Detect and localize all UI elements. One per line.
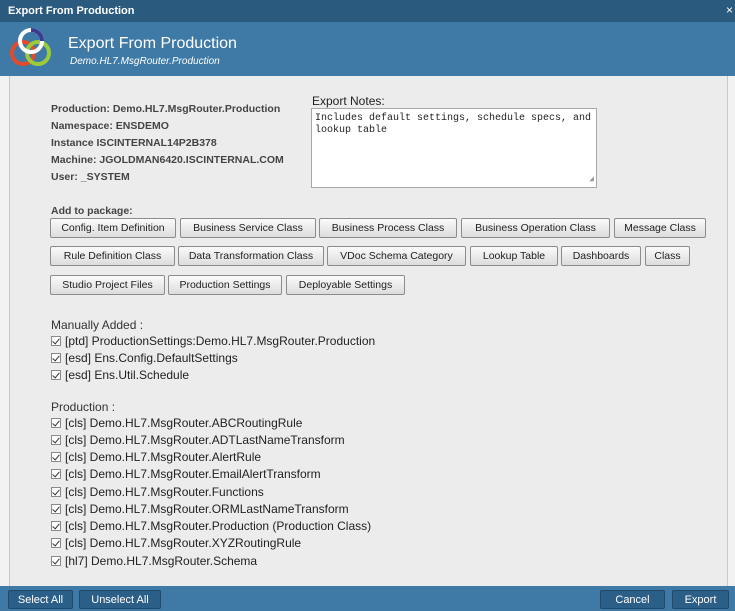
list-item[interactable]: [hl7] Demo.HL7.MsgRouter.Schema — [51, 553, 257, 569]
namespace-name: Namespace: ENSDEMO — [51, 120, 169, 132]
checkbox[interactable] — [51, 353, 61, 363]
list-item[interactable]: [ptd] ProductionSettings:Demo.HL7.MsgRou… — [51, 333, 375, 349]
instance-name: Instance ISCINTERNAL14P2B378 — [51, 137, 217, 149]
add-business-process-class-button[interactable]: Business Process Class — [319, 218, 457, 238]
add-config-item-definition-button[interactable]: Config. Item Definition — [50, 218, 176, 238]
select-all-button[interactable]: Select All — [8, 590, 73, 609]
list-item[interactable]: [cls] Demo.HL7.MsgRouter.ABCRoutingRule — [51, 415, 302, 431]
list-item-label: [esd] Ens.Config.DefaultSettings — [65, 351, 238, 365]
add-studio-project-files-button[interactable]: Studio Project Files — [50, 275, 165, 295]
list-item[interactable]: [cls] Demo.HL7.MsgRouter.ADTLastNameTran… — [51, 432, 345, 448]
list-item[interactable]: [cls] Demo.HL7.MsgRouter.ORMLastNameTran… — [51, 501, 349, 517]
list-item-label: [cls] Demo.HL7.MsgRouter.AlertRule — [65, 450, 262, 464]
list-item-label: [cls] Demo.HL7.MsgRouter.EmailAlertTrans… — [65, 467, 321, 481]
add-production-settings-button[interactable]: Production Settings — [168, 275, 282, 295]
add-data-transformation-class-button[interactable]: Data Transformation Class — [178, 246, 324, 266]
list-item[interactable]: [cls] Demo.HL7.MsgRouter.XYZRoutingRule — [51, 535, 301, 551]
checkbox[interactable] — [51, 418, 61, 428]
add-to-package-label: Add to package: — [51, 205, 133, 217]
checkbox[interactable] — [51, 370, 61, 380]
list-item-label: [cls] Demo.HL7.MsgRouter.ADTLastNameTran… — [65, 433, 345, 447]
checkbox[interactable] — [51, 452, 61, 462]
add-message-class-button[interactable]: Message Class — [614, 218, 706, 238]
checkbox[interactable] — [51, 556, 61, 566]
interlinked-rings-logo — [10, 28, 51, 66]
dialog-header: Export From Production Demo.HL7.MsgRoute… — [0, 22, 735, 76]
production-info: Production: Demo.HL7.MsgRouter.Productio… — [51, 101, 284, 186]
close-icon[interactable]: × — [726, 3, 733, 17]
unselect-all-button[interactable]: Unselect All — [79, 590, 161, 609]
list-item[interactable]: [cls] Demo.HL7.MsgRouter.Production (Pro… — [51, 518, 371, 534]
list-item[interactable]: [cls] Demo.HL7.MsgRouter.AlertRule — [51, 449, 261, 465]
checkbox[interactable] — [51, 435, 61, 445]
add-business-service-class-button[interactable]: Business Service Class — [180, 218, 316, 238]
dialog-subtitle: Demo.HL7.MsgRouter.Production — [70, 56, 220, 67]
dialog-footer: Select All Unselect All Cancel Export — [0, 586, 735, 611]
list-item-label: [hl7] Demo.HL7.MsgRouter.Schema — [65, 554, 258, 568]
add-rule-definition-class-button[interactable]: Rule Definition Class — [50, 246, 175, 266]
add-lookup-table-button[interactable]: Lookup Table — [470, 246, 558, 266]
resize-grip-icon[interactable]: ◢ — [589, 174, 594, 186]
window-title: Export From Production — [8, 5, 135, 17]
manually-added-label: Manually Added : — [51, 318, 144, 332]
checkbox[interactable] — [51, 469, 61, 479]
list-item-label: [cls] Demo.HL7.MsgRouter.Functions — [65, 485, 264, 499]
list-item-label: [esd] Ens.Util.Schedule — [65, 368, 190, 382]
list-item-label: [cls] Demo.HL7.MsgRouter.ORMLastNameTran… — [65, 502, 349, 516]
export-notes-text: Includes default settings, schedule spec… — [315, 113, 598, 136]
list-item[interactable]: [cls] Demo.HL7.MsgRouter.EmailAlertTrans… — [51, 466, 321, 482]
checkbox[interactable] — [51, 336, 61, 346]
list-item-label: [ptd] ProductionSettings:Demo.HL7.MsgRou… — [65, 334, 376, 348]
user-name: User: _SYSTEM — [51, 171, 130, 183]
checkbox[interactable] — [51, 521, 61, 531]
list-item[interactable]: [esd] Ens.Config.DefaultSettings — [51, 350, 238, 366]
list-item-label: [cls] Demo.HL7.MsgRouter.Production (Pro… — [65, 519, 372, 533]
export-notes-textarea[interactable]: Includes default settings, schedule spec… — [311, 108, 597, 188]
production-label: Production : — [51, 400, 116, 414]
checkbox[interactable] — [51, 504, 61, 514]
export-notes-label: Export Notes: — [312, 94, 385, 108]
add-deployable-settings-button[interactable]: Deployable Settings — [286, 275, 405, 295]
list-item[interactable]: [cls] Demo.HL7.MsgRouter.Functions — [51, 484, 264, 500]
checkbox[interactable] — [51, 538, 61, 548]
export-button[interactable]: Export — [672, 590, 729, 609]
add-business-operation-class-button[interactable]: Business Operation Class — [461, 218, 610, 238]
list-item-label: [cls] Demo.HL7.MsgRouter.ABCRoutingRule — [65, 416, 303, 430]
add-class-button[interactable]: Class — [645, 246, 690, 266]
dialog-title: Export From Production — [68, 35, 237, 52]
cancel-button[interactable]: Cancel — [600, 590, 665, 609]
checkbox[interactable] — [51, 487, 61, 497]
list-item-label: [cls] Demo.HL7.MsgRouter.XYZRoutingRule — [65, 536, 302, 550]
list-item[interactable]: [esd] Ens.Util.Schedule — [51, 367, 189, 383]
production-name: Production: Demo.HL7.MsgRouter.Productio… — [51, 103, 281, 115]
add-vdoc-schema-category-button[interactable]: VDoc Schema Category — [327, 246, 466, 266]
add-dashboards-button[interactable]: Dashboards — [561, 246, 641, 266]
window-titlebar: Export From Production × — [0, 0, 735, 23]
export-dialog: Export From Production × Export From Pro… — [0, 0, 735, 611]
machine-name: Machine: JGOLDMAN6420.ISCINTERNAL.COM — [51, 154, 284, 166]
